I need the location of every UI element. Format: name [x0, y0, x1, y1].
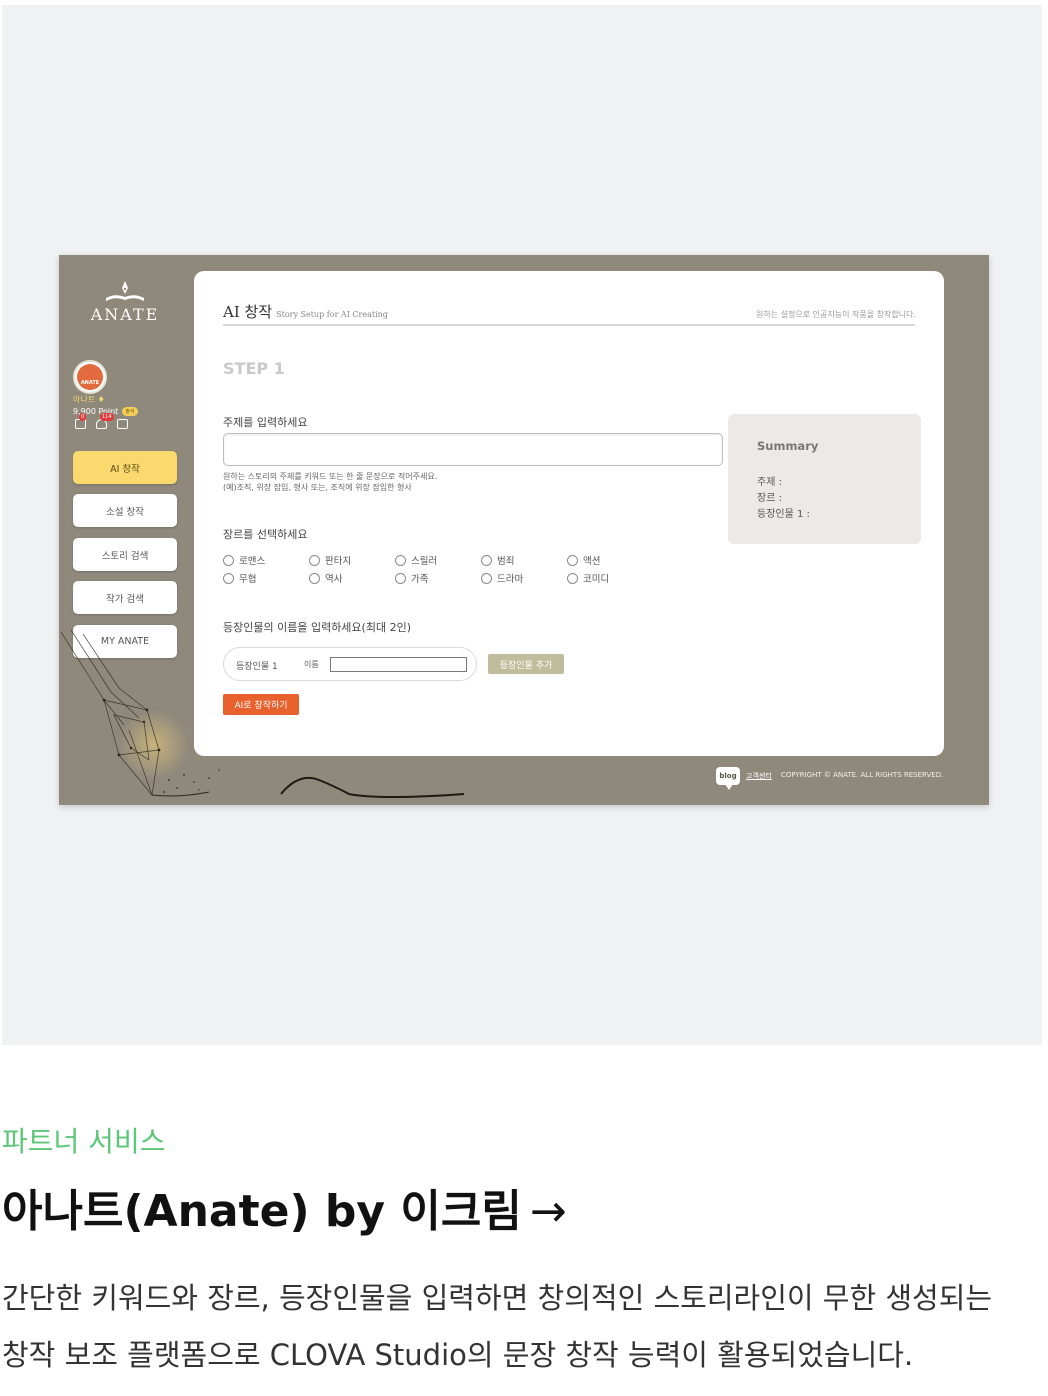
copyright-text: COPYRIGHT © ANATE. ALL RIGHTS RESERVED.: [781, 771, 944, 779]
genre-option-label: 로맨스: [239, 556, 266, 567]
radio-button[interactable]: [481, 554, 492, 566]
page-description: 원하는 설정으로 인공지능이 작품을 창작합니다.: [756, 310, 916, 319]
topic-input[interactable]: [223, 433, 723, 466]
character-name-label: 이름: [304, 660, 319, 669]
topic-label: 주제를 입력하세요: [223, 416, 308, 429]
radio-button[interactable]: [309, 554, 320, 566]
genre-option-label: 코미디: [583, 574, 610, 585]
service-title-text[interactable]: 아나트(Anate) by 이크림: [2, 1186, 522, 1237]
page-title-text: AI 창작: [223, 303, 273, 321]
genre-option-label: 무협: [239, 574, 257, 585]
genre-option[interactable]: 스릴러: [395, 553, 481, 567]
attend-badge[interactable]: 출석: [122, 407, 138, 416]
genre-option-label: 범죄: [497, 556, 515, 567]
logout-icon[interactable]: [117, 419, 128, 429]
sidebar-item-novel-create[interactable]: 소설 창작: [73, 494, 177, 527]
mail-icon[interactable]: 0: [75, 413, 87, 429]
character-entry: 등장인물 1 이름: [223, 647, 477, 681]
radio-button[interactable]: [481, 572, 492, 584]
hero-background: ANATE ANATE 아나트 ♦ 9,900 Point 출석 0 114 A…: [2, 5, 1042, 1045]
summary-title: Summary: [757, 439, 819, 453]
blog-icon[interactable]: blog: [716, 767, 740, 790]
genre-option-label: 액션: [583, 556, 601, 567]
radio-button[interactable]: [223, 554, 234, 566]
summary-character: 등장인물 1 :: [757, 509, 810, 520]
user-name: 아나트 ♦: [73, 395, 105, 404]
page-subtitle: Story Setup for AI Creating: [276, 310, 388, 319]
radio-button[interactable]: [309, 572, 320, 584]
genre-option-label: 가족: [411, 574, 429, 585]
genre-option[interactable]: 판타지: [309, 553, 395, 567]
genre-option[interactable]: 가족: [395, 571, 481, 585]
sidebar-item-story-search[interactable]: 스토리 검색: [73, 538, 177, 571]
bell-icon[interactable]: 114: [96, 413, 114, 429]
character-number-label: 등장인물 1: [236, 662, 278, 672]
radio-button[interactable]: [223, 572, 234, 584]
summary-panel: Summary 주제 : 장르 : 등장인물 1 :: [728, 414, 921, 544]
genre-option[interactable]: 무협: [223, 571, 309, 585]
category-label: 파트너 서비스: [2, 1125, 166, 1158]
sidebar-item-ai-create[interactable]: AI 창작: [73, 451, 177, 484]
genre-option[interactable]: 액션: [567, 553, 653, 567]
book-pen-logo-icon: [106, 281, 144, 301]
radio-button[interactable]: [395, 572, 406, 584]
genre-option-label: 판타지: [325, 556, 352, 567]
logo-text: ANATE: [90, 305, 160, 324]
arrow-right-icon[interactable]: →: [530, 1186, 567, 1237]
title-divider: [223, 324, 915, 326]
user-icon-row: 0 114: [75, 413, 128, 429]
genre-option[interactable]: 역사: [309, 571, 395, 585]
ink-swoosh-decoration: [280, 776, 465, 798]
genre-option[interactable]: 범죄: [481, 553, 567, 567]
anate-logo[interactable]: ANATE: [87, 279, 163, 324]
topic-example: (예)조직, 위장 잠입, 형사 또는, 조직에 위장 잠입한 형사: [223, 483, 412, 492]
anate-screenshot: ANATE ANATE 아나트 ♦ 9,900 Point 출석 0 114 A…: [59, 255, 989, 805]
genre-option-label: 역사: [325, 574, 343, 585]
genre-option-label: 스릴러: [411, 556, 438, 567]
genre-option[interactable]: 드라마: [481, 571, 567, 585]
add-character-button[interactable]: 등장인물 추가: [488, 654, 564, 674]
avatar-image: ANATE: [77, 364, 103, 390]
summary-genre: 장르 :: [757, 493, 782, 504]
ai-create-button[interactable]: AI로 창작하기: [223, 694, 299, 715]
radio-button[interactable]: [395, 554, 406, 566]
step-indicator: STEP 1: [223, 359, 285, 378]
genre-option[interactable]: 코미디: [567, 571, 653, 585]
service-title[interactable]: 아나트(Anate) by 이크림 →: [2, 1175, 567, 1239]
topic-hint: 원하는 스토리의 주제를 키워드 또는 한 줄 문장으로 적어주세요.: [223, 472, 438, 481]
radio-button[interactable]: [567, 554, 578, 566]
page-title: AI 창작 Story Setup for AI Creating: [223, 301, 388, 322]
radio-button[interactable]: [567, 572, 578, 584]
service-description: 간단한 키워드와 장르, 등장인물을 입력하면 창의적인 스토리라인이 무한 생…: [2, 1270, 1042, 1384]
description-line: 간단한 키워드와 장르, 등장인물을 입력하면 창의적인 스토리라인이 무한 생…: [2, 1281, 993, 1315]
description-line: 창작 보조 플랫폼으로 CLOVA Studio의 문장 창작 능력이 활용되었…: [2, 1338, 914, 1372]
avatar[interactable]: ANATE: [73, 360, 107, 394]
alert-count-badge: 114: [100, 413, 114, 421]
character-name-input[interactable]: [330, 657, 467, 672]
genre-option-label: 드라마: [497, 574, 524, 585]
genre-radio-group: 로맨스 판타지 스릴러 범죄 액션 무협 역사 가족 드라마 코미디: [223, 553, 653, 585]
summary-topic: 주제 :: [757, 477, 782, 488]
support-link[interactable]: 고객센터: [746, 771, 772, 781]
character-label: 등장인물의 이름을 입력하세요(최대 2인): [223, 621, 411, 634]
sidebar-item-author-search[interactable]: 작가 검색: [73, 581, 177, 614]
mail-count-badge: 0: [79, 413, 87, 421]
genre-option[interactable]: 로맨스: [223, 553, 309, 567]
genre-label: 장르를 선택하세요: [223, 528, 308, 541]
ai-create-card: AI 창작 Story Setup for AI Creating 원하는 설정으…: [194, 271, 944, 756]
